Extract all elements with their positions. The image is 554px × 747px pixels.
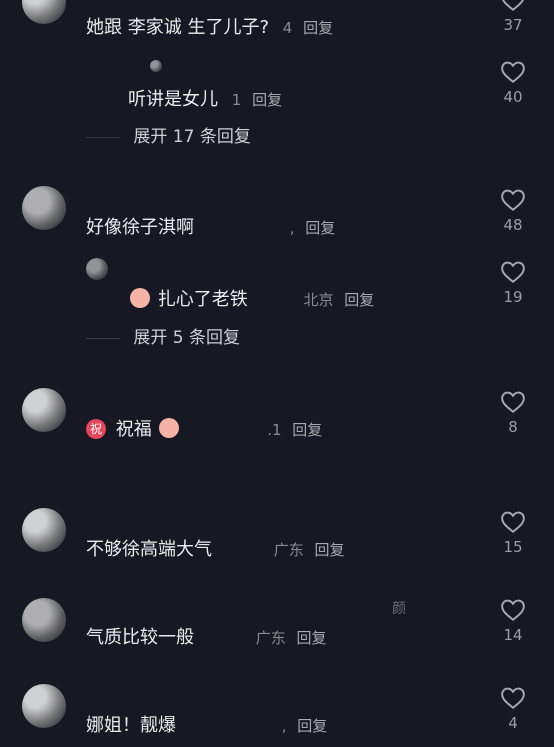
heart-outline-icon [501,391,525,413]
comment-row: 好像徐子淇啊 , 回复 [86,216,335,240]
comment-row: 不够徐高端大气 广东 回复 [86,538,345,562]
comment-meta-text: 1 [231,91,242,109]
heart-outline-icon [502,0,524,11]
expand-replies-button[interactable]: 展开 5 条回复 [86,326,240,350]
like-button[interactable]: 48 [498,188,528,234]
avatar[interactable] [22,186,66,230]
like-count: 14 [503,626,523,644]
comment-text: 好像徐子淇啊 [86,217,194,238]
reply-button[interactable]: 回复 [315,541,345,559]
like-count: 15 [503,538,523,556]
like-count: 19 [503,288,523,306]
expand-replies-button[interactable]: 展开 17 条回复 [86,125,251,149]
heart-outline-icon [501,511,525,533]
like-button[interactable]: 40 [498,60,528,106]
like-button[interactable]: 19 [498,260,528,306]
comment-text: 扎心了老铁 [157,289,248,310]
heart-outline-icon [501,599,525,621]
faint-username: 颜 [392,601,406,617]
like-button[interactable]: 15 [498,510,528,556]
heart-outline-icon [501,261,525,283]
like-count: 40 [503,88,523,106]
comment-meta: 1 回复 [232,91,282,109]
like-button[interactable]: 4 [498,686,528,732]
comment-text: 祝福 [115,419,152,440]
comment-row: 祝 祝福 .1 回复 [86,418,322,442]
avatar[interactable] [22,598,66,642]
heart-outline-icon [501,61,525,83]
comment-row: 她跟 李家诚 生了儿子? 4 回复 [86,16,333,40]
comment-meta: , 回复 [290,219,336,237]
comment-row: 扎心了老铁 北京 回复 [128,288,374,312]
comment-text: 不够徐高端大气 [86,539,212,560]
reply-button[interactable]: 回复 [303,19,333,37]
reply-button[interactable]: 回复 [297,629,327,647]
expand-replies-label: 展开 17 条回复 [133,127,251,147]
comment-meta-text: 广东 [255,629,286,647]
comment-meta: 北京 回复 [303,291,374,309]
expand-replies-label: 展开 5 条回复 [133,328,241,348]
like-count: 37 [503,16,523,34]
comment-row: 气质比较一般 广东 回复 [86,626,327,650]
comment-meta: , 回复 [282,717,328,735]
reply-button[interactable]: 回复 [252,91,282,109]
comment-row: 听讲是女儿 1 回复 [128,88,282,112]
divider [86,337,120,339]
comment-meta: .1 回复 [267,421,322,439]
like-button[interactable]: 8 [498,390,528,436]
like-count: 8 [508,418,518,436]
like-button[interactable]: 37 [498,0,528,34]
comment-meta-text: , [281,717,287,735]
avatar[interactable] [22,388,66,432]
heart-outline-icon [501,687,525,709]
comment-meta-text: 4 [282,19,293,37]
comment-meta-text: .1 [267,421,282,439]
crying-emoji-icon [130,288,150,308]
avatar[interactable] [22,508,66,552]
reply-button[interactable]: 回复 [344,291,374,309]
divider [86,136,120,138]
heart-outline-icon [501,189,525,211]
avatar[interactable] [150,60,162,72]
comment-meta: 广东 回复 [274,541,345,559]
comment-row: 娜姐！靓爆 , 回复 [86,714,327,738]
comment-meta-text: 广东 [273,541,304,559]
comment-text: 气质比较一般 [86,627,194,648]
comment-meta-text: , [289,219,295,237]
like-count: 4 [508,714,518,732]
comment-text: 她跟 李家诚 生了儿子? [86,17,269,38]
like-count: 48 [503,216,523,234]
comment-meta: 广东 回复 [256,629,327,647]
comment-text: 听讲是女儿 [128,89,218,110]
blessing-badge-icon: 祝 [86,419,106,439]
avatar[interactable] [22,0,66,24]
comment-meta: 4 回复 [283,19,333,37]
reply-button[interactable]: 回复 [292,421,322,439]
reply-button[interactable]: 回复 [297,717,327,735]
peach-emoji-icon [159,418,180,438]
comment-text: 娜姐！靓爆 [86,715,176,736]
like-button[interactable]: 14 [498,598,528,644]
avatar[interactable] [22,684,66,728]
avatar[interactable] [86,258,108,280]
comment-meta-text: 北京 [303,291,334,309]
reply-button[interactable]: 回复 [305,219,335,237]
